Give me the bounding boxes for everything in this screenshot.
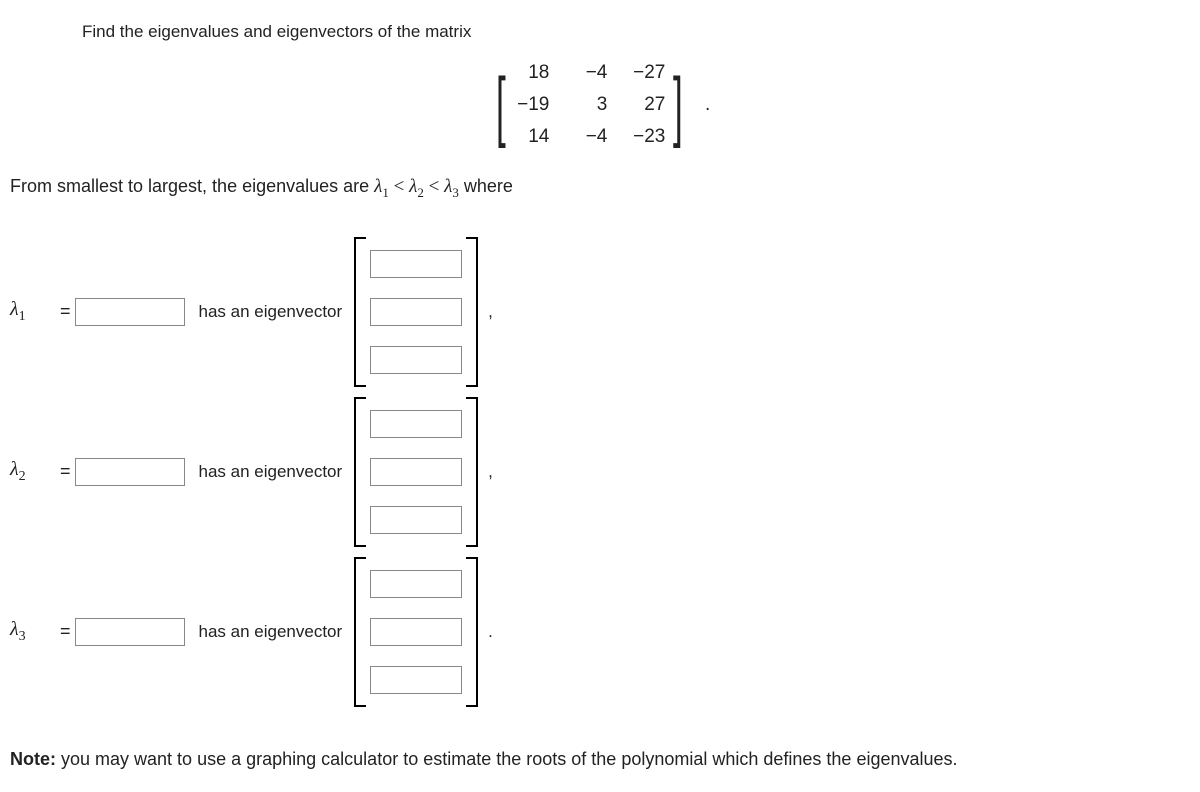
lambda-2-input[interactable] xyxy=(75,458,185,486)
matrix-cell: −4 xyxy=(571,62,607,84)
vector-left-bracket xyxy=(354,557,362,707)
eigenvector-2 xyxy=(354,397,478,547)
eigenvector-3-component-3[interactable] xyxy=(370,666,462,694)
eigenvector-2-component-3[interactable] xyxy=(370,506,462,534)
has-eigenvector-label: has an eigenvector xyxy=(199,622,343,642)
eigenvector-1-component-1[interactable] xyxy=(370,250,462,278)
matrix-cell: 18 xyxy=(513,62,549,84)
lambda-3-input[interactable] xyxy=(75,618,185,646)
note-bold: Note: xyxy=(10,749,56,769)
eigenvector-1 xyxy=(354,237,478,387)
matrix-cell: 3 xyxy=(571,94,607,116)
matrix-cell: −19 xyxy=(513,94,549,116)
eigenvector-1-component-2[interactable] xyxy=(370,298,462,326)
vector-right-bracket xyxy=(470,237,478,387)
row-terminator: . xyxy=(488,622,493,642)
eigenvalue-row-3: λ3 = has an eigenvector . xyxy=(10,553,1190,711)
note-text: Note: you may want to use a graphing cal… xyxy=(10,749,1190,770)
equals-sign: = xyxy=(60,461,71,482)
eigenvalue-rows: λ1 = has an eigenvector , λ2 = has an ei… xyxy=(10,233,1190,711)
vector-right-bracket xyxy=(470,397,478,547)
matrix-left-bracket: [ xyxy=(496,72,506,138)
question-prompt: Find the eigenvalues and eigenvectors of… xyxy=(82,22,1190,42)
eigenvector-1-component-3[interactable] xyxy=(370,346,462,374)
eigenvector-3 xyxy=(354,557,478,707)
matrix-cell: 27 xyxy=(629,94,665,116)
lambda-2-label: λ2 xyxy=(10,458,60,485)
eigenvector-3-component-2[interactable] xyxy=(370,618,462,646)
equals-sign: = xyxy=(60,621,71,642)
eigenvector-3-component-1[interactable] xyxy=(370,570,462,598)
lambda-1-input[interactable] xyxy=(75,298,185,326)
eigenvector-2-component-1[interactable] xyxy=(370,410,462,438)
has-eigenvector-label: has an eigenvector xyxy=(199,462,343,482)
matrix-cell: −4 xyxy=(571,126,607,148)
eigenvalue-row-2: λ2 = has an eigenvector , xyxy=(10,393,1190,551)
row-separator: , xyxy=(488,462,493,482)
matrix-display: [ 18 −4 −27 −19 3 27 14 −4 −23 ] . xyxy=(10,62,1190,148)
vector-right-bracket xyxy=(470,557,478,707)
matrix-cell: 14 xyxy=(513,126,549,148)
matrix-cell: −23 xyxy=(629,126,665,148)
equals-sign: = xyxy=(60,301,71,322)
has-eigenvector-label: has an eigenvector xyxy=(199,302,343,322)
vector-left-bracket xyxy=(354,397,362,547)
eigenvalue-row-1: λ1 = has an eigenvector , xyxy=(10,233,1190,391)
matrix-cell: −27 xyxy=(629,62,665,84)
lambda-1-label: λ1 xyxy=(10,298,60,325)
ordering-statement: From smallest to largest, the eigenvalue… xyxy=(10,176,1190,201)
matrix-right-bracket: ] xyxy=(673,72,683,138)
matrix-period: . xyxy=(705,94,710,116)
matrix-grid: 18 −4 −27 −19 3 27 14 −4 −23 xyxy=(511,62,667,148)
vector-left-bracket xyxy=(354,237,362,387)
lambda-3-label: λ3 xyxy=(10,618,60,645)
eigenvector-2-component-2[interactable] xyxy=(370,458,462,486)
row-separator: , xyxy=(488,302,493,322)
